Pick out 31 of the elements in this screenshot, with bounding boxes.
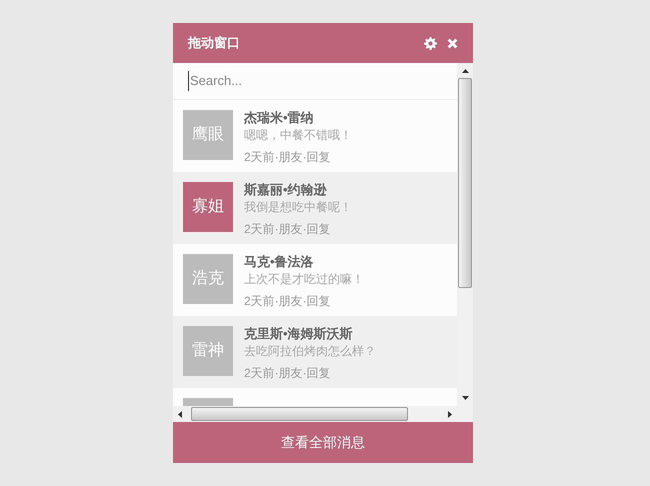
message-text: 嗯嗯，中餐不错哦！ bbox=[244, 127, 352, 143]
message-meta: 2天前·朋友·回复 bbox=[244, 221, 332, 237]
horizontal-scrollbar[interactable] bbox=[173, 406, 473, 422]
sender-name: 马克•鲁法洛 bbox=[244, 254, 315, 270]
message-text: 我倒是想吃中餐呢！ bbox=[244, 199, 352, 215]
settings-icon[interactable] bbox=[424, 36, 437, 50]
scroll-up-icon[interactable] bbox=[462, 69, 468, 73]
avatar: 浩克 bbox=[183, 254, 233, 304]
message-row[interactable]: 寡姐 斯嘉丽•约翰逊 我倒是想吃中餐呢！ 2天前·朋友·回复 bbox=[173, 172, 457, 244]
sender-name: 斯嘉丽•约翰逊 bbox=[244, 182, 328, 198]
view-all-messages-button[interactable]: 查看全部消息 bbox=[173, 422, 473, 463]
search-field[interactable]: Search... bbox=[188, 71, 442, 91]
avatar: 雷神 bbox=[183, 326, 233, 376]
avatar: 鹰眼 bbox=[183, 110, 233, 160]
sender-name: 克里斯•海姆斯沃斯 bbox=[244, 326, 354, 342]
scroll-down-icon[interactable] bbox=[462, 396, 468, 400]
scrollbar-thumb[interactable] bbox=[191, 407, 408, 421]
message-text: 上次不是才吃过的嘛！ bbox=[244, 271, 364, 287]
scrollbar-thumb[interactable] bbox=[458, 78, 472, 288]
close-icon[interactable] bbox=[447, 38, 458, 48]
sender-name: 杰瑞米•雷纳 bbox=[244, 110, 315, 126]
window-title: 拖动窗口 bbox=[188, 34, 241, 52]
message-meta: 2天前·朋友·回复 bbox=[244, 149, 332, 165]
vertical-scrollbar[interactable] bbox=[457, 63, 473, 406]
scroll-left-icon[interactable] bbox=[178, 410, 182, 418]
message-row[interactable]: 雷神 克里斯•海姆斯沃斯 去吃阿拉伯烤肉怎么样？ 2天前·朋友·回复 bbox=[173, 316, 457, 388]
message-meta: 2天前·朋友·回复 bbox=[244, 365, 332, 381]
scroll-right-icon[interactable] bbox=[448, 410, 452, 418]
message-meta: 2天前·朋友·回复 bbox=[244, 293, 332, 309]
avatar: 寡姐 bbox=[183, 182, 233, 232]
message-text: 去吃阿拉伯烤肉怎么样？ bbox=[244, 343, 376, 359]
